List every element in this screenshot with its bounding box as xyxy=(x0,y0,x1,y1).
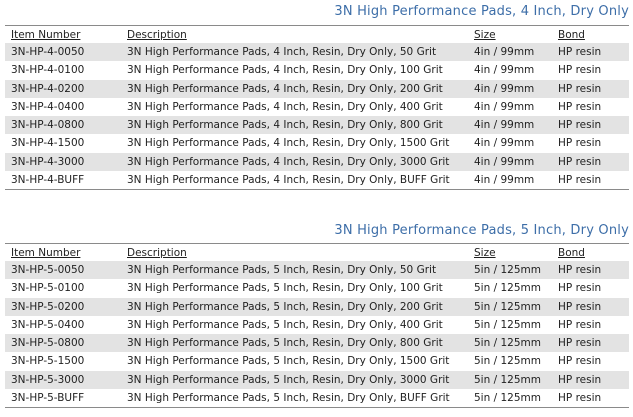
description: 3N High Performance Pads, 4 Inch, Resin,… xyxy=(127,100,443,113)
size: 5in / 125mm xyxy=(474,337,541,350)
bond: HP resin xyxy=(558,282,602,295)
table-row: 3N-HP-4-BUFF 3N High Performance Pads, 4… xyxy=(5,171,629,189)
item-number: 3N-HP-5-3000 xyxy=(11,373,85,386)
bond: HP resin xyxy=(558,100,602,113)
bond: HP resin xyxy=(558,155,602,168)
section-title: 3N High Performance Pads, 5 Inch, Dry On… xyxy=(334,223,629,238)
item-number: 3N-HP-4-1500 xyxy=(11,137,85,150)
size: 5in / 125mm xyxy=(474,264,541,276)
item-number: 3N-HP-4-0400 xyxy=(11,100,85,113)
size: 4in / 99mm xyxy=(474,137,535,150)
bond: HP resin xyxy=(558,137,602,150)
size: 4in / 99mm xyxy=(474,155,535,168)
table-row: 3N-HP-4-0400 3N High Performance Pads, 4… xyxy=(5,98,629,116)
product-table: Item Number Description Size Bond 3N-HP-… xyxy=(5,243,629,409)
description: 3N High Performance Pads, 5 Inch, Resin,… xyxy=(127,282,443,295)
item-number: 3N-HP-5-0100 xyxy=(11,282,85,295)
description: 3N High Performance Pads, 5 Inch, Resin,… xyxy=(127,337,443,350)
size: 5in / 125mm xyxy=(474,373,541,386)
table-header-row: Item Number Description Size Bond xyxy=(5,244,629,261)
description: 3N High Performance Pads, 4 Inch, Resin,… xyxy=(127,119,443,132)
section-title: 3N High Performance Pads, 4 Inch, Dry On… xyxy=(334,4,629,19)
description: 3N High Performance Pads, 5 Inch, Resin,… xyxy=(127,300,443,313)
item-number: 3N-HP-5-0200 xyxy=(11,300,85,313)
table-row: 3N-HP-4-0100 3N High Performance Pads, 4… xyxy=(5,61,629,79)
item-number: 3N-HP-4-0050 xyxy=(11,46,85,58)
item-number: 3N-HP-4-BUFF xyxy=(11,174,85,187)
description: 3N High Performance Pads, 4 Inch, Resin,… xyxy=(127,155,450,168)
size: 5in / 125mm xyxy=(474,282,541,295)
table-header-row: Item Number Description Size Bond xyxy=(5,26,629,43)
size: 4in / 99mm xyxy=(474,46,535,58)
bond: HP resin xyxy=(558,392,602,405)
item-number: 3N-HP-5-0400 xyxy=(11,318,85,331)
description: 3N High Performance Pads, 5 Inch, Resin,… xyxy=(127,318,443,331)
description: 3N High Performance Pads, 4 Inch, Resin,… xyxy=(127,174,450,187)
bond: HP resin xyxy=(558,82,602,95)
table-row: 3N-HP-5-BUFF 3N High Performance Pads, 5… xyxy=(5,389,629,407)
table-row: 3N-HP-4-0050 3N High Performance Pads, 4… xyxy=(5,43,629,62)
bond: HP resin xyxy=(558,337,602,350)
size: 5in / 125mm xyxy=(474,300,541,313)
bond: HP resin xyxy=(558,174,602,187)
table-row: 3N-HP-5-0200 3N High Performance Pads, 5… xyxy=(5,297,629,316)
description: 3N High Performance Pads, 5 Inch, Resin,… xyxy=(127,392,450,405)
size: 4in / 99mm xyxy=(474,100,535,113)
bond: HP resin xyxy=(558,119,602,132)
item-number: 3N-HP-4-0100 xyxy=(11,64,85,77)
size: 4in / 99mm xyxy=(474,119,535,132)
table-row: 3N-HP-5-1500 3N High Performance Pads, 5… xyxy=(5,352,629,370)
bond: HP resin xyxy=(558,300,602,313)
bond: HP resin xyxy=(558,64,602,77)
size: 4in / 99mm xyxy=(474,64,535,77)
table-row: 3N-HP-4-1500 3N High Performance Pads, 4… xyxy=(5,134,629,152)
bond: HP resin xyxy=(558,318,602,331)
table-row: 3N-HP-4-0200 3N High Performance Pads, 4… xyxy=(5,79,629,98)
description: 3N High Performance Pads, 4 Inch, Resin,… xyxy=(127,64,443,77)
size: 4in / 99mm xyxy=(474,82,535,95)
description: 3N High Performance Pads, 5 Inch, Resin,… xyxy=(127,373,450,386)
item-number: 3N-HP-5-0800 xyxy=(11,337,85,350)
item-number: 3N-HP-4-0200 xyxy=(11,82,85,95)
bond: HP resin xyxy=(558,46,602,58)
item-number: 3N-HP-5-1500 xyxy=(11,355,85,368)
table-row: 3N-HP-5-0050 3N High Performance Pads, 5… xyxy=(5,261,629,280)
size: 4in / 99mm xyxy=(474,174,535,187)
size: 5in / 125mm xyxy=(474,355,541,368)
product-table: Item Number Description Size Bond 3N-HP-… xyxy=(5,25,629,191)
table-row: 3N-HP-5-0100 3N High Performance Pads, 5… xyxy=(5,279,629,297)
bond: HP resin xyxy=(558,355,602,368)
description: 3N High Performance Pads, 4 Inch, Resin,… xyxy=(127,82,443,95)
table-row: 3N-HP-4-0800 3N High Performance Pads, 4… xyxy=(5,116,629,135)
item-number: 3N-HP-5-0050 xyxy=(11,264,85,276)
size: 5in / 125mm xyxy=(474,392,541,405)
description: 3N High Performance Pads, 5 Inch, Resin,… xyxy=(127,355,450,368)
item-number: 3N-HP-4-0800 xyxy=(11,119,85,132)
size: 5in / 125mm xyxy=(474,318,541,331)
description: 3N High Performance Pads, 4 Inch, Resin,… xyxy=(127,46,437,58)
description: 3N High Performance Pads, 5 Inch, Resin,… xyxy=(127,264,437,276)
bond: HP resin xyxy=(558,373,602,386)
bond: HP resin xyxy=(558,264,602,276)
description: 3N High Performance Pads, 4 Inch, Resin,… xyxy=(127,137,450,150)
item-number: 3N-HP-4-3000 xyxy=(11,155,85,168)
table-row: 3N-HP-5-0400 3N High Performance Pads, 5… xyxy=(5,316,629,334)
table-row: 3N-HP-4-3000 3N High Performance Pads, 4… xyxy=(5,152,629,172)
item-number: 3N-HP-5-BUFF xyxy=(11,392,85,405)
table-row: 3N-HP-5-0800 3N High Performance Pads, 5… xyxy=(5,334,629,353)
table-row: 3N-HP-5-3000 3N High Performance Pads, 5… xyxy=(5,370,629,390)
